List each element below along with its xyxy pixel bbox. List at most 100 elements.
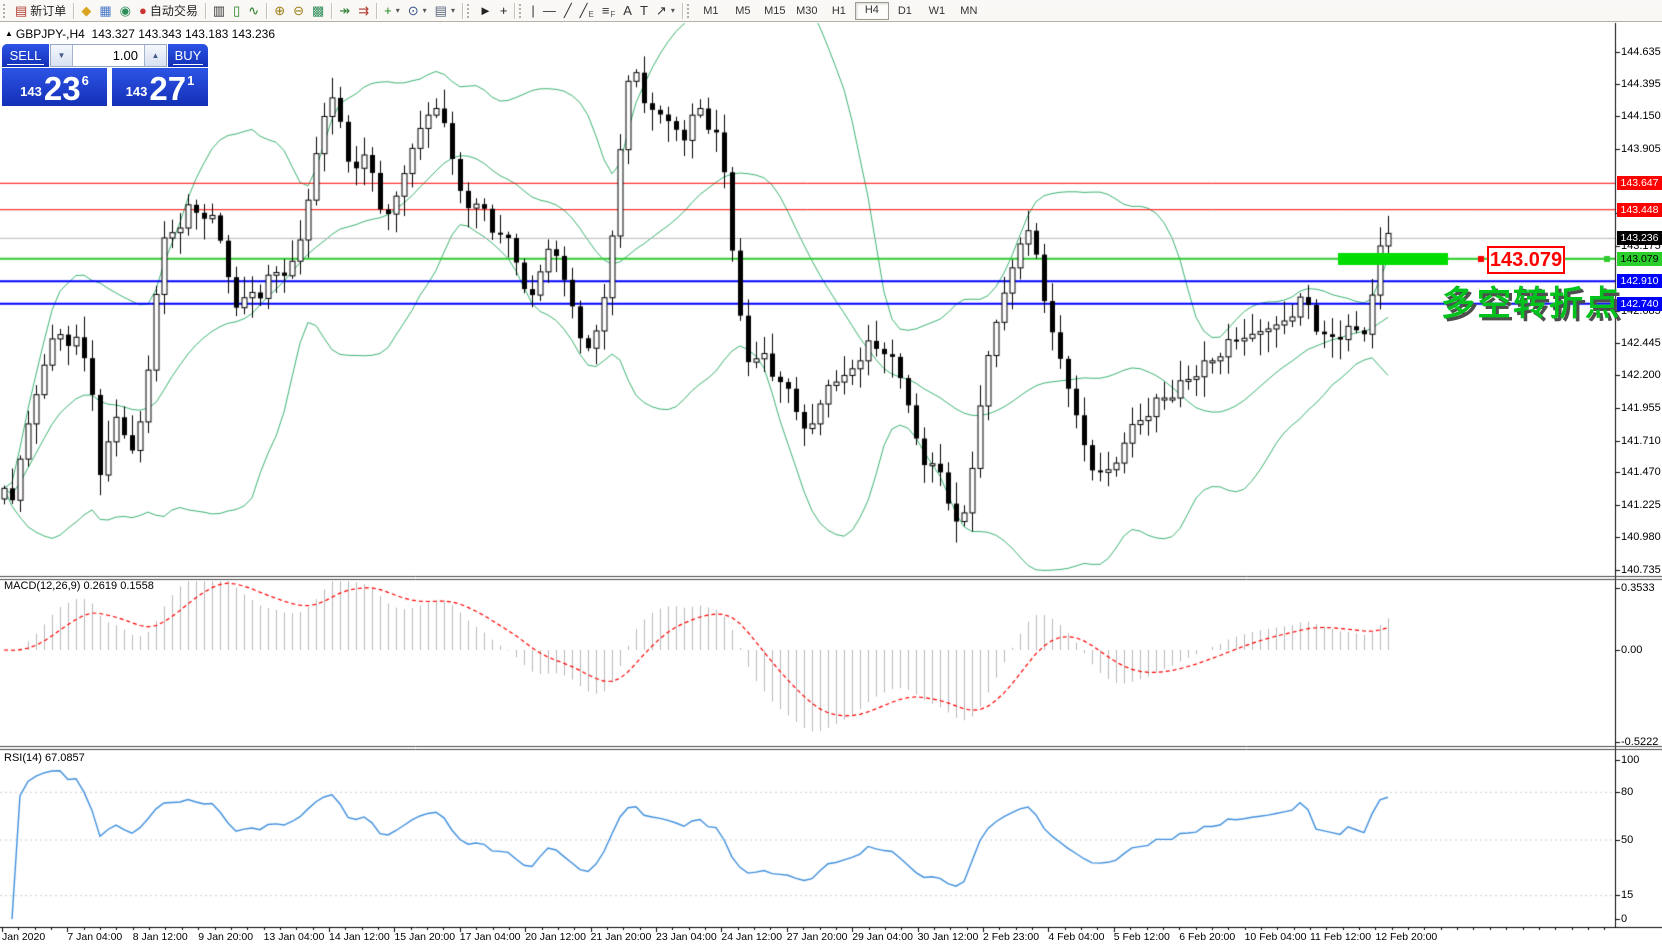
time-tick-label: 27 Jan 20:00: [787, 931, 848, 943]
text-icon[interactable]: A: [619, 2, 636, 20]
equidistant-channel-icon[interactable]: ╱E: [576, 2, 598, 20]
time-tick-label: 6 Feb 20:00: [1179, 931, 1235, 943]
equidistant-channel-icon-letter: E: [588, 10, 593, 20]
volume-input[interactable]: [73, 45, 144, 66]
chart-canvas[interactable]: [0, 0, 1662, 946]
toolbar-grip: [519, 4, 524, 18]
collapse-panel-icon[interactable]: ▲: [5, 29, 13, 38]
periods-button[interactable]: ⊙▾: [404, 2, 431, 20]
toolbar-separator: [73, 3, 74, 19]
fibonacci-icon: ≡: [602, 2, 610, 20]
rsi-axis-tick: 50: [1621, 834, 1633, 846]
trendline-icon[interactable]: ╱: [560, 2, 576, 20]
time-tick-label: 9 Jan 20:00: [198, 931, 253, 943]
timeframe-m15-button[interactable]: M15: [759, 3, 791, 19]
time-tick-label: 15 Jan 20:00: [394, 931, 455, 943]
price-tick: 142.200: [1621, 369, 1661, 381]
auto-scroll-icon: ↠: [339, 2, 350, 20]
time-tick-label: 13 Jan 04:00: [264, 931, 325, 943]
buy-price[interactable]: 143271: [112, 68, 208, 106]
toolbar-separator: [514, 3, 515, 19]
templates-button-dropdown-arrow[interactable]: ▾: [451, 6, 455, 15]
sell-button[interactable]: SELL: [2, 44, 49, 67]
market-watch-icon[interactable]: ◆: [77, 2, 95, 20]
periods-button-dropdown-arrow[interactable]: ▾: [423, 6, 427, 15]
arrows-icon: ↗: [656, 2, 667, 20]
fibonacci-icon[interactable]: ≡F: [598, 2, 619, 20]
zoom-in-icon: ⊕: [274, 2, 285, 20]
sell-price[interactable]: 143236: [2, 68, 107, 106]
line-chart-icon[interactable]: ∿: [244, 2, 263, 20]
price-level-box[interactable]: 143.079: [1487, 246, 1565, 274]
time-tick-label: 23 Jan 04:00: [656, 931, 717, 943]
indicators-button[interactable]: +▾: [380, 2, 404, 20]
candlestick-chart-icon[interactable]: ▯: [229, 2, 244, 20]
price-badge: 143.448: [1617, 203, 1662, 217]
periods-button: ⊙: [408, 2, 419, 20]
price-badge: 143.079: [1617, 252, 1662, 266]
zoom-out-icon: ⊖: [293, 2, 304, 20]
toolbar-separator: [331, 3, 332, 19]
autotrading-button-icon: ●: [139, 2, 147, 20]
timeframe-m1-button[interactable]: M1: [695, 3, 727, 19]
time-tick-label: 12 Feb 20:00: [1375, 931, 1437, 943]
vertical-line-icon[interactable]: |: [527, 2, 538, 20]
text-icon: A: [623, 2, 632, 20]
macd-axis-tick: 0.3533: [1621, 582, 1655, 594]
indicators-button-dropdown-arrow[interactable]: ▾: [396, 6, 400, 15]
cursor-icon[interactable]: ►: [475, 2, 496, 20]
toolbar: ▤新订单◆▦◉●自动交易▥▯∿⊕⊖▩↠⇉+▾⊙▾▤▾►+|—╱╱E≡FAT↗▾M…: [0, 0, 1662, 22]
zoom-out-icon[interactable]: ⊖: [289, 2, 308, 20]
crosshair-icon[interactable]: +: [496, 2, 512, 20]
time-tick-label: 7 Jan 04:00: [67, 931, 122, 943]
timeframe-m5-button[interactable]: M5: [727, 3, 759, 19]
volume-increase-button[interactable]: ▲: [144, 45, 166, 66]
autotrading-button[interactable]: ●自动交易: [135, 2, 202, 20]
volume-stepper: ▼ ▲: [50, 44, 167, 67]
timeframe-d1-button[interactable]: D1: [889, 3, 921, 19]
macd-signal-value: 0.1558: [120, 580, 154, 592]
arrows-icon[interactable]: ↗▾: [652, 2, 679, 20]
signals-icon: ◉: [120, 2, 131, 20]
toolbar-grip: [687, 4, 692, 18]
cursor-icon: ►: [479, 2, 492, 20]
tile-windows-icon[interactable]: ▩: [308, 2, 328, 20]
sell-price-big: 23: [44, 75, 81, 102]
time-tick-label: 17 Jan 04:00: [460, 931, 521, 943]
line-chart-icon: ∿: [248, 2, 259, 20]
toolbar-separator: [205, 3, 206, 19]
bar-chart-icon: ▥: [213, 2, 225, 20]
data-window-icon[interactable]: ▦: [95, 2, 115, 20]
zoom-in-icon[interactable]: ⊕: [270, 2, 289, 20]
price-tick: 142.445: [1621, 337, 1661, 349]
timeframe-h4-button[interactable]: H4: [855, 2, 889, 20]
timeframe-w1-button[interactable]: W1: [921, 3, 953, 19]
time-tick-label: 10 Feb 04:00: [1245, 931, 1307, 943]
symbol-label: GBPJPY-,H4: [16, 27, 85, 41]
timeframe-mn-button[interactable]: MN: [953, 3, 985, 19]
bar-chart-icon[interactable]: ▥: [209, 2, 229, 20]
turning-point-annotation[interactable]: 多空转折点: [1441, 276, 1621, 325]
new-order-button[interactable]: ▤新订单: [11, 2, 70, 20]
arrows-icon-dropdown-arrow[interactable]: ▾: [671, 6, 675, 15]
price-tick: 144.635: [1621, 46, 1661, 58]
fibonacci-icon-letter: F: [610, 10, 615, 20]
auto-scroll-icon[interactable]: ↠: [335, 2, 354, 20]
horizontal-line-icon[interactable]: —: [539, 2, 560, 20]
tile-windows-icon: ▩: [312, 2, 324, 20]
timeframe-h1-button[interactable]: H1: [823, 3, 855, 19]
chart-shift-icon: ⇉: [358, 2, 369, 20]
buy-button[interactable]: BUY: [168, 44, 208, 67]
text-label-icon[interactable]: T: [636, 2, 652, 20]
macd-label: MACD(12,26,9) 0.2619 0.1558: [4, 580, 154, 592]
indicators-button: +: [384, 2, 392, 20]
buy-price-prefix: 143: [126, 84, 148, 99]
signals-icon[interactable]: ◉: [116, 2, 135, 20]
trendline-icon: ╱: [564, 2, 572, 20]
price-badge: 143.647: [1617, 176, 1662, 190]
chart-shift-icon[interactable]: ⇉: [354, 2, 373, 20]
timeframe-m30-button[interactable]: M30: [791, 3, 823, 19]
templates-button[interactable]: ▤▾: [431, 2, 459, 20]
volume-decrease-button[interactable]: ▼: [51, 45, 73, 66]
price-tick: 141.955: [1621, 402, 1661, 414]
